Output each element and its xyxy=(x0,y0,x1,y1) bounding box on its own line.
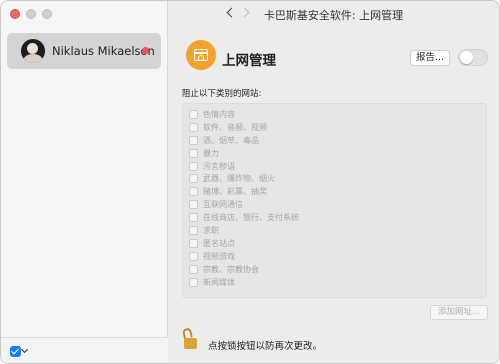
sidebar: Niklaus Mikaelson xyxy=(1,1,168,363)
feature-title: 上网管理 xyxy=(222,53,276,69)
category-item[interactable]: 赌博、彩票、抽奖 xyxy=(189,185,480,198)
status-dot-icon xyxy=(142,47,149,54)
category-item[interactable]: 暴力 xyxy=(189,147,480,160)
category-label: 暴力 xyxy=(203,148,219,158)
category-label: 色情内容 xyxy=(203,109,235,119)
category-item[interactable]: 互联网通信 xyxy=(189,198,480,211)
toggle-knob xyxy=(460,51,473,64)
category-list: 色情内容软件、音频、视频 酒、烟草、毒品 暴力污言秽语武器、爆炸物、烟火 赌博、彩票、… xyxy=(182,103,487,298)
main-panel: 上网管理 报告... 阻止以下类别的网站: 色情内容软件、音频、视频 酒、烟草、毒… xyxy=(168,27,499,363)
category-label: 赌博、彩票、抽奖 xyxy=(203,187,267,197)
category-checkbox[interactable] xyxy=(189,109,198,119)
category-item[interactable]: 武器、爆炸物、烟火 xyxy=(189,172,480,185)
category-item[interactable]: 匿名站点 xyxy=(189,237,480,250)
category-label: 宗教、宗教协会 xyxy=(203,264,259,274)
category-item[interactable]: 酒、烟草、毒品 xyxy=(189,134,480,147)
category-checkbox[interactable] xyxy=(189,161,198,171)
category-label: 软件、音频、视频 xyxy=(203,122,267,132)
category-item[interactable]: 色情内容 xyxy=(189,108,480,121)
user-avatar xyxy=(21,39,45,63)
category-checkbox[interactable] xyxy=(189,148,198,158)
report-button[interactable]: 报告... xyxy=(410,50,450,66)
category-checkbox[interactable] xyxy=(189,225,198,235)
category-label: 污言秽语 xyxy=(203,161,235,171)
lock-message: 点按锁按钮以防再次更改。 xyxy=(208,341,323,352)
category-label: 求职 xyxy=(203,225,219,235)
user-name-label: Niklaus Mikaelson xyxy=(52,44,155,58)
category-label: 互联网通信 xyxy=(203,200,243,210)
category-checkbox[interactable] xyxy=(189,277,198,287)
minimize-window-button[interactable] xyxy=(26,9,36,19)
category-checkbox[interactable] xyxy=(189,200,198,210)
chevron-down-icon[interactable] xyxy=(20,345,29,354)
category-item[interactable]: 视频游戏 xyxy=(189,250,480,263)
category-label: 酒、烟草、毒品 xyxy=(203,135,259,145)
category-label: 武器、爆炸物、烟火 xyxy=(203,174,275,184)
category-checkbox[interactable] xyxy=(189,174,198,184)
category-item[interactable]: 求职 xyxy=(189,224,480,237)
category-item[interactable]: 在线商店、银行、支付系统 xyxy=(189,211,480,224)
category-item[interactable]: 宗教、宗教协会 xyxy=(189,263,480,276)
category-label: 在线商店、银行、支付系统 xyxy=(203,213,299,223)
add-website-button[interactable]: 添加网址... xyxy=(430,305,488,320)
close-window-button[interactable] xyxy=(10,9,20,19)
category-checkbox[interactable] xyxy=(189,264,198,274)
sidebar-footer xyxy=(1,337,168,363)
category-label: 视频游戏 xyxy=(203,251,235,261)
app-window: Niklaus Mikaelson 卡巴斯基安全软件: 上网管理 上网管理 报告… xyxy=(0,0,500,364)
sidebar-item-user[interactable]: Niklaus Mikaelson xyxy=(7,33,161,69)
category-label: 匿名站点 xyxy=(203,238,235,248)
block-categories-label: 阻止以下类别的网站: xyxy=(182,89,262,99)
category-item[interactable]: 新闻媒体 xyxy=(189,276,480,289)
window-title: 卡巴斯基安全软件: 上网管理 xyxy=(263,9,404,22)
category-checkbox[interactable] xyxy=(189,187,198,197)
window-controls xyxy=(10,9,52,19)
checkbox-icon[interactable] xyxy=(10,346,21,357)
lock-icon[interactable] xyxy=(181,327,197,351)
feature-toggle[interactable] xyxy=(458,49,488,66)
parental-control-icon xyxy=(186,40,216,70)
category-checkbox[interactable] xyxy=(189,135,198,145)
zoom-window-button[interactable] xyxy=(42,9,52,19)
category-item[interactable]: 污言秽语 xyxy=(189,160,480,173)
category-checkbox[interactable] xyxy=(189,213,198,223)
category-checkbox[interactable] xyxy=(189,251,198,261)
category-checkbox[interactable] xyxy=(189,122,198,132)
category-item[interactable]: 软件、音频、视频 xyxy=(189,121,480,134)
category-checkbox[interactable] xyxy=(189,238,198,248)
category-label: 新闻媒体 xyxy=(203,277,235,287)
